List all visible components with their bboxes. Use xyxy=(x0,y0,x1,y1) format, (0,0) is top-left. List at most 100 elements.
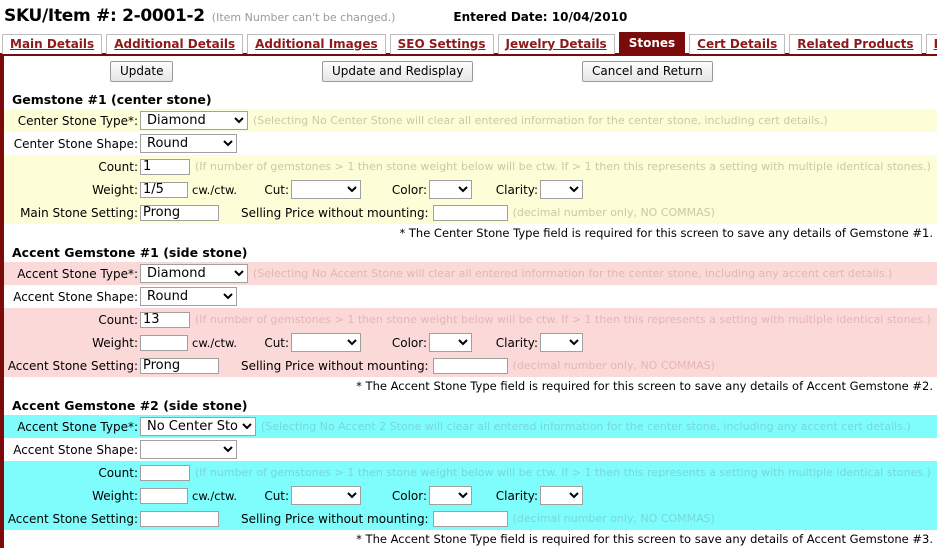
accent-gemstone-1-setting-input[interactable] xyxy=(140,357,219,374)
accent-gemstone-2-color-select[interactable] xyxy=(429,486,473,505)
accent-gemstone-2-count-input[interactable] xyxy=(140,464,190,481)
cancel-and-return-button[interactable]: Cancel and Return xyxy=(582,61,713,82)
gemstone-1-setting-row: Main Stone Setting: Selling Price without… xyxy=(4,201,937,224)
gemstone-1-cut-select[interactable] xyxy=(291,180,362,199)
accent-gemstone-2-selling-price-input[interactable] xyxy=(432,510,508,527)
accent-gemstone-2-setting-row: Accent Stone Setting: Selling Price witho… xyxy=(4,507,937,530)
gemstone-1-count-row: Count: (If number of gemstones > 1 then s… xyxy=(4,155,937,178)
accent-gemstone-1-cut-select[interactable] xyxy=(291,333,362,352)
accent-gemstone-1-count-hint: (If number of gemstones > 1 then stone w… xyxy=(195,313,931,326)
accent-gemstone-1-clarity-select[interactable] xyxy=(540,333,584,352)
tab-label: Cert Details xyxy=(697,37,778,51)
accent-gemstone-1-shape-select[interactable]: Round xyxy=(140,287,237,306)
accent-gemstone-1-type-label: Accent Stone Type*: xyxy=(17,266,138,281)
gemstone-1-decimal-hint: (decimal number only, NO COMMAS) xyxy=(512,206,715,219)
accent-gemstone-1-weight-input[interactable] xyxy=(140,334,188,351)
tab-main-details[interactable]: Main Details xyxy=(2,34,103,54)
tab-label: SEO Settings xyxy=(397,37,486,51)
tab-reviews[interactable]: Reviews xyxy=(925,34,937,54)
accent-gemstone-2-type-hint: (Selecting No Accent 2 Stone will clear … xyxy=(261,420,911,433)
accent-gemstone-1-color-label: Color: xyxy=(391,335,428,350)
accent-gemstone-1-cw-ctw-label: cw./ctw. xyxy=(192,335,238,350)
accent-gemstone-1-shape-row: Accent Stone Shape: Round xyxy=(4,285,937,308)
accent-gemstone-2-shape-row: Accent Stone Shape: xyxy=(4,438,937,461)
gemstone-1-section: Gemstone #1 (center stone) Center Stone T… xyxy=(4,89,937,242)
accent-gemstone-1-count-input[interactable] xyxy=(140,311,190,328)
accent-gemstone-1-selling-price-label: Selling Price without mounting: xyxy=(241,358,429,373)
gemstone-1-count-input[interactable] xyxy=(140,158,190,175)
accent-gemstone-1-title: Accent Gemstone #1 (side stone) xyxy=(12,245,248,260)
accent-gemstone-2-weight-label: Weight: xyxy=(92,488,138,503)
accent-gemstone-2-cut-select[interactable] xyxy=(291,486,362,505)
tab-cert-details[interactable]: Cert Details xyxy=(689,34,786,54)
accent-gemstone-1-selling-price-input[interactable] xyxy=(432,357,508,374)
accent-gemstone-1-type-row: Accent Stone Type*: Diamond (Selecting No … xyxy=(4,262,937,285)
accent-gemstone-1-count-row: Count: (If number of gemstones > 1 then s… xyxy=(4,308,937,331)
gemstone-1-selling-price-input[interactable] xyxy=(432,204,508,221)
gemstone-1-type-label: Center Stone Type*: xyxy=(17,113,138,128)
tab-label: Stones xyxy=(628,36,676,50)
accent-gemstone-2-weight-input[interactable] xyxy=(140,487,188,504)
accent-gemstone-2-title: Accent Gemstone #2 (side stone) xyxy=(12,398,248,413)
tab-label: Related Products xyxy=(797,37,914,51)
accent-gemstone-1-cut-label: Cut: xyxy=(264,335,290,350)
content-frame: Update Update and Redisplay Cancel and R… xyxy=(0,56,937,548)
tab-jewelry-details[interactable]: Jewelry Details xyxy=(497,34,615,54)
tab-stones[interactable]: Stones xyxy=(618,32,686,54)
accent-gemstone-1-shape-label: Accent Stone Shape: xyxy=(13,289,138,304)
accent-gemstone-1-decimal-hint: (decimal number only, NO COMMAS) xyxy=(512,359,715,372)
action-button-row: Update Update and Redisplay Cancel and R… xyxy=(4,61,937,89)
accent-gemstone-2-setting-input[interactable] xyxy=(140,510,219,527)
gemstone-1-weight-input[interactable] xyxy=(140,181,188,198)
gemstone-1-shape-label: Center Stone Shape: xyxy=(13,136,138,151)
accent-gemstone-2-section: Accent Gemstone #2 (side stone) Accent St… xyxy=(4,395,937,548)
gemstone-1-count-hint: (If number of gemstones > 1 then stone w… xyxy=(195,160,931,173)
gemstone-1-setting-input[interactable] xyxy=(140,204,219,221)
gemstone-1-weight-row: Weight: cw./ctw. Cut: Color: Clarity: xyxy=(4,178,937,201)
gemstone-1-color-select[interactable] xyxy=(429,180,473,199)
gemstone-1-count-label: Count: xyxy=(98,159,138,174)
gemstone-1-type-row: Center Stone Type*: Diamond (Selecting No … xyxy=(4,109,937,132)
accent-gemstone-2-clarity-select[interactable] xyxy=(540,486,584,505)
sku-note: (Item Number can't be changed.) xyxy=(211,11,396,24)
accent-gemstone-2-weight-row: Weight: cw./ctw. Cut: Color: Clarity: xyxy=(4,484,937,507)
accent-gemstone-2-decimal-hint: (decimal number only, NO COMMAS) xyxy=(512,512,715,525)
page-header: SKU/Item #: 2-0001-2 (Item Number can't … xyxy=(0,0,937,30)
accent-gemstone-1-count-label: Count: xyxy=(98,312,138,327)
tab-additional-details[interactable]: Additional Details xyxy=(106,34,244,54)
update-and-redisplay-button[interactable]: Update and Redisplay xyxy=(322,61,474,82)
update-button[interactable]: Update xyxy=(110,61,174,82)
gemstone-1-cw-ctw-label: cw./ctw. xyxy=(192,182,238,197)
tab-label: Main Details xyxy=(10,37,95,51)
accent-gemstone-2-count-row: Count: (If number of gemstones > 1 then s… xyxy=(4,461,937,484)
gemstone-1-selling-price-label: Selling Price without mounting: xyxy=(241,205,429,220)
accent-gemstone-2-type-label: Accent Stone Type*: xyxy=(17,419,138,434)
accent-gemstone-2-color-label: Color: xyxy=(391,488,428,503)
gemstone-1-type-select[interactable]: Diamond xyxy=(140,111,248,130)
tab-seo-settings[interactable]: SEO Settings xyxy=(389,34,494,54)
accent-gemstone-2-cut-label: Cut: xyxy=(264,488,290,503)
accent-gemstone-1-section: Accent Gemstone #1 (side stone) Accent St… xyxy=(4,242,937,395)
accent-gemstone-1-weight-label: Weight: xyxy=(92,335,138,350)
accent-gemstone-1-setting-label: Accent Stone Setting: xyxy=(7,358,138,373)
accent-gemstone-2-shape-select[interactable] xyxy=(140,440,237,459)
tab-label: Reviews xyxy=(934,37,937,51)
page-title: SKU/Item #: 2-0001-2 xyxy=(4,6,205,26)
accent-gemstone-1-footnote: * The Accent Stone Type field is require… xyxy=(356,379,933,393)
tab-related-products[interactable]: Related Products xyxy=(789,34,922,54)
gemstone-1-shape-row: Center Stone Shape: Round xyxy=(4,132,937,155)
tab-additional-images[interactable]: Additional Images xyxy=(247,34,386,54)
accent-gemstone-2-shape-label: Accent Stone Shape: xyxy=(13,442,138,457)
gemstone-1-shape-select[interactable]: Round xyxy=(140,134,237,153)
gemstone-1-cut-label: Cut: xyxy=(264,182,290,197)
entered-date: Entered Date: 10/04/2010 xyxy=(453,10,628,24)
accent-gemstone-1-type-select[interactable]: Diamond xyxy=(140,264,248,283)
accent-gemstone-1-type-hint: (Selecting No Accent Stone will clear al… xyxy=(253,267,893,280)
accent-gemstone-2-type-row: Accent Stone Type*: No Center Stone (Selec… xyxy=(4,415,937,438)
accent-gemstone-2-type-select[interactable]: No Center Stone xyxy=(140,417,256,436)
accent-gemstone-1-color-select[interactable] xyxy=(429,333,473,352)
accent-gemstone-2-footnote: * The Accent Stone Type field is require… xyxy=(356,532,933,546)
gemstone-1-title: Gemstone #1 (center stone) xyxy=(12,92,212,107)
gemstone-1-footnote: * The Center Stone Type field is require… xyxy=(399,226,933,240)
gemstone-1-clarity-select[interactable] xyxy=(540,180,584,199)
